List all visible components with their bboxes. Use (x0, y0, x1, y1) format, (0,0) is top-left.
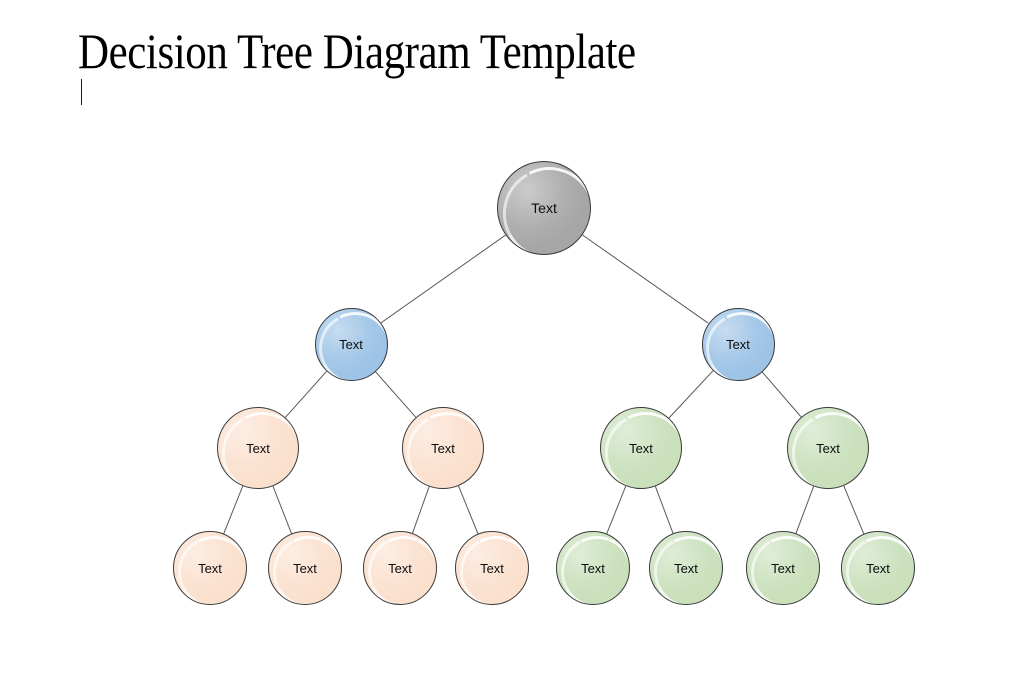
tree-node-label: Text (293, 560, 317, 576)
tree-node-n1a2[interactable]: Text (268, 531, 342, 605)
tree-node-n0[interactable]: Text (497, 161, 591, 255)
tree-node-label: Text (726, 336, 750, 352)
tree-node-label: Text (531, 200, 557, 216)
decision-tree-diagram: Text Text Text Text Text Text Text Text Text Text… (0, 0, 1024, 697)
tree-node-n2a2[interactable]: Text (649, 531, 723, 605)
tree-node-n1[interactable]: Text (314, 307, 388, 381)
tree-node-n2b1[interactable]: Text (746, 531, 820, 605)
tree-node-label: Text (339, 336, 363, 352)
tree-node-n2a1[interactable]: Text (556, 531, 630, 605)
tree-node-label: Text (246, 440, 270, 456)
tree-node-n1a[interactable]: Text (217, 407, 299, 489)
tree-node-label: Text (431, 440, 455, 456)
tree-node-n2b2[interactable]: Text (841, 531, 915, 605)
tree-node-label: Text (480, 560, 504, 576)
tree-node-n2b[interactable]: Text (787, 407, 869, 489)
tree-node-label: Text (674, 560, 698, 576)
tree-node-n1b2[interactable]: Text (455, 531, 529, 605)
tree-node-label: Text (629, 440, 653, 456)
tree-node-label: Text (198, 560, 222, 576)
node-layer: Text Text Text Text Text Text Text Text Text Text… (0, 0, 1024, 697)
tree-node-label: Text (581, 560, 605, 576)
tree-node-n1b1[interactable]: Text (363, 531, 437, 605)
tree-node-n2a[interactable]: Text (600, 407, 682, 489)
tree-node-n1b[interactable]: Text (402, 407, 484, 489)
slide-canvas: Decision Tree Diagram Template Text Text T… (0, 0, 1024, 697)
tree-node-label: Text (388, 560, 412, 576)
tree-node-label: Text (816, 440, 840, 456)
tree-node-label: Text (866, 560, 890, 576)
tree-node-label: Text (771, 560, 795, 576)
tree-node-n2[interactable]: Text (701, 307, 775, 381)
tree-node-n1a1[interactable]: Text (173, 531, 247, 605)
